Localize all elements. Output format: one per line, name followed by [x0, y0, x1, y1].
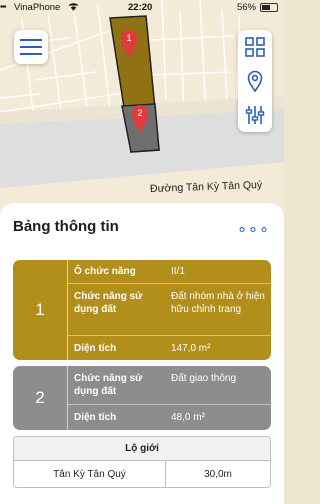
table-row: Chức năng sử dụng đất Đất nhóm nhà ở hiệ… [68, 283, 271, 335]
parcel-card-1[interactable]: 1 Ô chức năng II/1 Chức năng sử dụng đất… [13, 260, 271, 360]
lo-gioi-road: Tân Kỳ Tân Quý [14, 461, 166, 487]
row-value: 147,0 m² [171, 343, 211, 354]
grid-icon [245, 37, 265, 57]
hamburger-icon [20, 39, 42, 55]
marker-1-label: 1 [126, 33, 131, 43]
battery-percent: 56% [236, 2, 256, 13]
parcel-card-2[interactable]: 2 Chức năng sử dụng đất Đất giao thông D… [13, 366, 271, 430]
more-options-button[interactable]: ∘∘∘ [237, 219, 270, 239]
row-label: Chức năng sử dụng đất [74, 373, 143, 397]
signal-icon: ▪▪▪ [0, 2, 6, 11]
row-value: II/1 [171, 266, 185, 277]
map-view[interactable]: 1 2 Đường Tân Kỳ Tân Quý ▪▪▪ VinaPhone 2… [0, 0, 284, 215]
row-value: 48,0 m² [171, 412, 205, 423]
info-sheet: Bảng thông tin ∘∘∘ 1 Ô chức năng II/1 Ch… [0, 203, 284, 504]
lo-gioi-header: Lộ giới [14, 437, 270, 461]
sheet-title: Bảng thông tin [13, 218, 119, 235]
row-label: Ô chức năng [74, 266, 136, 277]
row-value: Đất nhóm nhà ở hiện hữu chỉnh trang [171, 291, 265, 315]
lo-gioi-width: 30,0m [204, 469, 232, 480]
row-value: Đất giao thông [171, 373, 237, 384]
more-dots-icon: ∘∘∘ [236, 221, 270, 238]
map-tools [238, 30, 272, 132]
parcel-index: 1 [13, 260, 68, 360]
location-pin-icon [247, 70, 263, 92]
clock: 22:20 [128, 2, 153, 13]
status-bar: ▪▪▪ VinaPhone 22:20 56% [0, 0, 284, 16]
battery-icon [260, 3, 278, 12]
filter-button[interactable] [238, 98, 272, 132]
row-label: Diện tích [74, 412, 117, 423]
row-label: Diện tích [74, 343, 117, 354]
lo-gioi-table: Lộ giới Tân Kỳ Tân Quý 30,0m [13, 436, 271, 488]
location-button[interactable] [238, 64, 272, 98]
table-row: Ô chức năng II/1 [68, 260, 271, 283]
table-row: Chức năng sử dụng đất Đất giao thông [68, 366, 271, 404]
table-row: Diện tích 48,0 m² [68, 404, 271, 430]
wifi-icon [68, 2, 79, 13]
menu-button[interactable] [14, 30, 48, 64]
layers-button[interactable] [238, 30, 272, 64]
row-label: Chức năng sử dụng đất [74, 291, 143, 315]
sliders-icon [245, 106, 265, 124]
table-row: Diện tích 147,0 m² [68, 335, 271, 360]
marker-2-label: 2 [137, 108, 142, 118]
carrier-label: VinaPhone [14, 2, 61, 13]
parcel-index: 2 [13, 366, 68, 430]
